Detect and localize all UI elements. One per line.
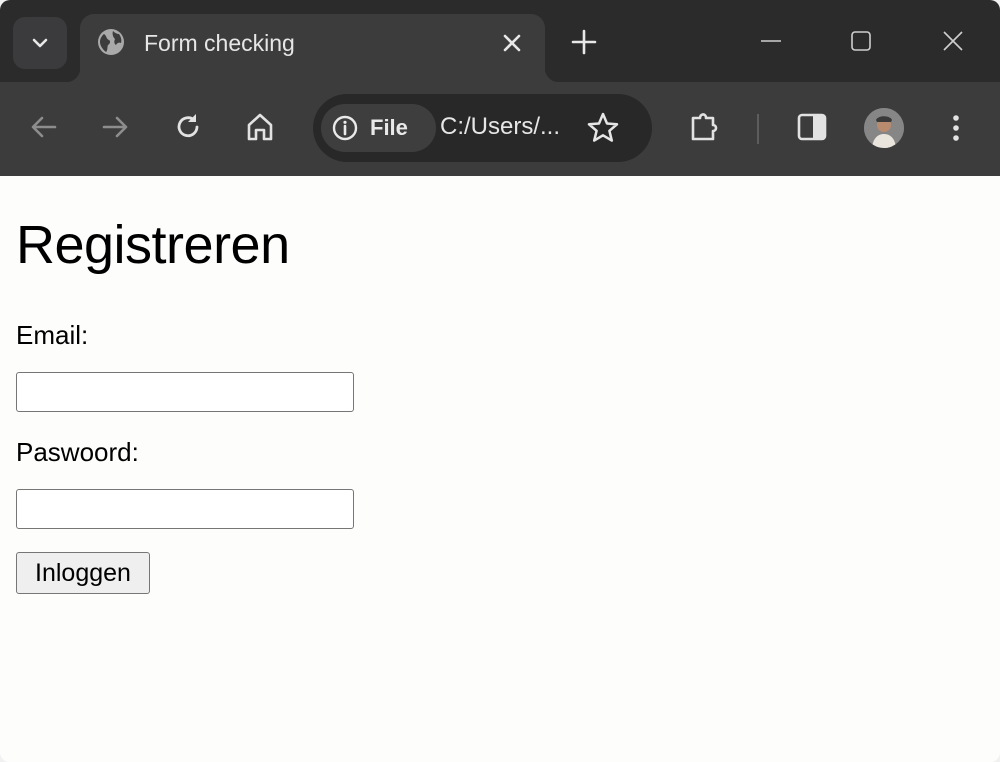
- extensions-puzzle-icon[interactable]: [686, 108, 724, 146]
- tab-search-button[interactable]: [13, 17, 67, 69]
- password-label: Paswoord:: [16, 437, 139, 467]
- page-content: Registreren Email: Paswoord: Inloggen: [0, 176, 1000, 762]
- page-title: Registreren: [16, 215, 290, 275]
- new-tab-plus-icon[interactable]: [570, 28, 598, 56]
- info-icon: [332, 115, 358, 141]
- close-icon[interactable]: [500, 31, 524, 55]
- browser-toolbar: File C:/Users/...: [0, 82, 1000, 176]
- login-button[interactable]: Inloggen: [16, 552, 150, 594]
- email-label: Email:: [16, 320, 89, 350]
- back-arrow-icon[interactable]: [27, 110, 61, 144]
- tab-form-checking[interactable]: Form checking: [66, 14, 559, 82]
- side-panel-icon[interactable]: [795, 110, 829, 144]
- profile-avatar[interactable]: [864, 108, 904, 148]
- site-info-chip[interactable]: File: [321, 104, 436, 152]
- kebab-menu-icon[interactable]: [942, 110, 970, 146]
- chevron-down-icon: [32, 38, 48, 48]
- tab-strip: Form checking: [0, 0, 1000, 82]
- forward-arrow-icon[interactable]: [98, 110, 132, 144]
- toolbar-separator: [757, 114, 759, 144]
- email-field[interactable]: [16, 372, 354, 412]
- avatar-image: [864, 108, 904, 148]
- maximize-icon[interactable]: [846, 26, 876, 56]
- home-icon[interactable]: [243, 110, 277, 144]
- browser-window: Form checking File C:/Users/... Registre…: [0, 0, 1000, 762]
- bookmark-star-icon[interactable]: [585, 110, 621, 146]
- password-field[interactable]: [16, 489, 354, 529]
- site-chip-label: File: [370, 115, 408, 140]
- address-bar[interactable]: File C:/Users/...: [313, 94, 652, 162]
- url-text[interactable]: C:/Users/...: [440, 113, 560, 141]
- globe-icon: [98, 29, 124, 55]
- tab-title: Form checking: [144, 30, 295, 56]
- minimize-icon[interactable]: [756, 26, 786, 56]
- window-close-icon[interactable]: [938, 26, 968, 56]
- reload-icon[interactable]: [171, 110, 205, 144]
